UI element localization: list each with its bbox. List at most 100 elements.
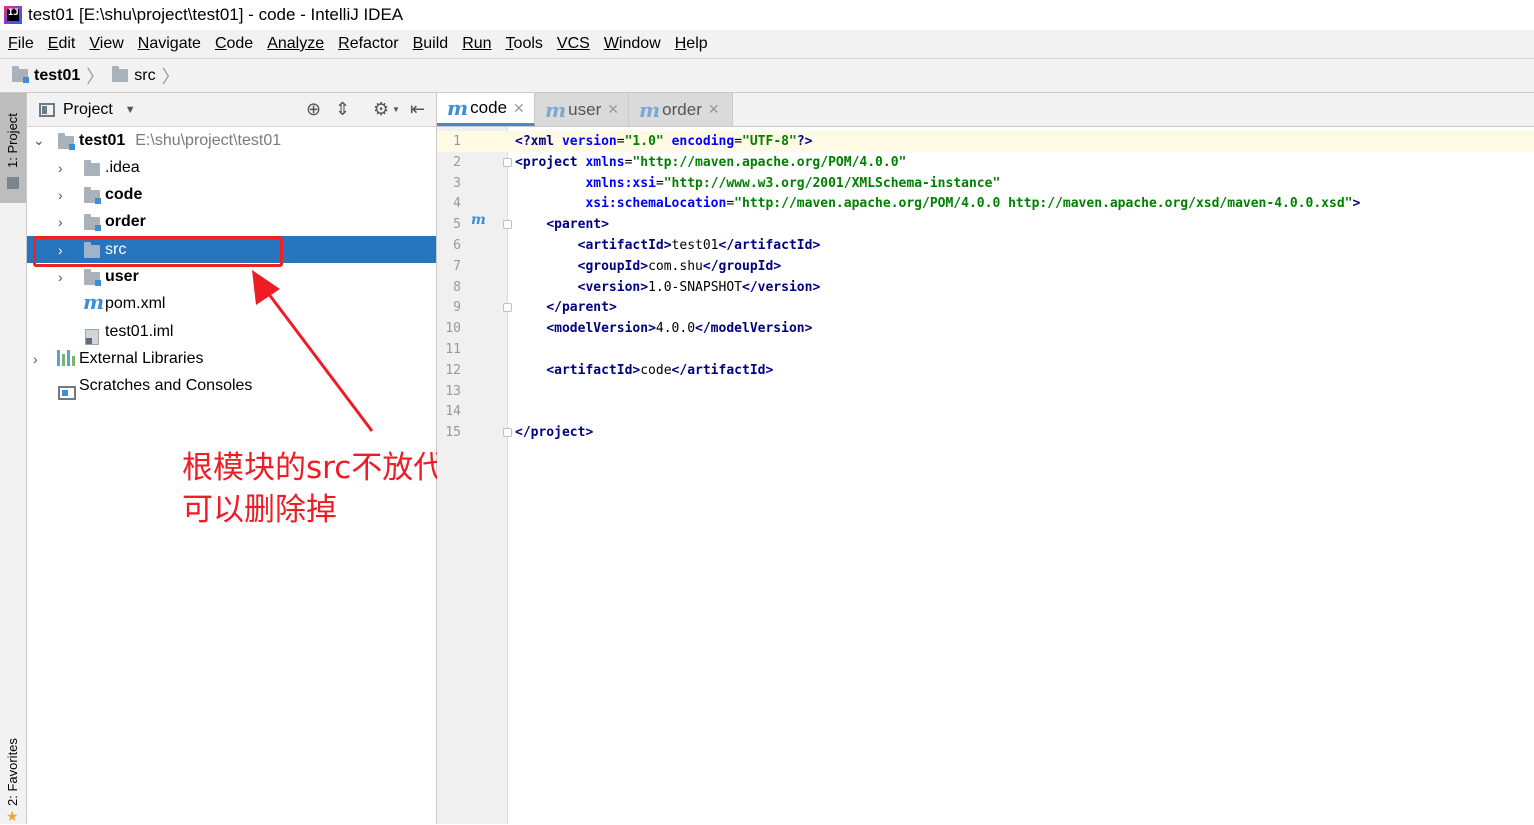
chevron-down-icon[interactable]: ⌄ <box>33 132 45 149</box>
module-folder-icon <box>84 187 101 204</box>
line-number: 9 <box>453 300 461 316</box>
code-line[interactable]: xsi:schemaLocation="http://maven.apache.… <box>515 193 1360 214</box>
line-number: 11 <box>445 342 461 357</box>
tree-item-order[interactable]: › order <box>27 208 436 235</box>
close-icon[interactable]: ✕ <box>513 100 525 117</box>
iml-file-icon <box>85 328 99 345</box>
chevron-right-icon[interactable]: › <box>58 160 68 176</box>
star-icon: ★ <box>6 808 19 824</box>
menu-navigate[interactable]: Navigate <box>131 30 208 58</box>
annotation-highlight-box <box>33 236 283 267</box>
chevron-right-icon[interactable]: › <box>58 214 68 230</box>
menu-code[interactable]: Code <box>208 30 260 58</box>
chevron-down-icon[interactable]: ▼ <box>392 105 400 114</box>
tree-item-idea[interactable]: › .idea <box>27 154 436 181</box>
project-view-icon <box>39 102 55 117</box>
close-icon[interactable]: ✕ <box>708 101 720 118</box>
code-line[interactable]: </parent> <box>515 297 616 318</box>
menu-file[interactable]: File <box>0 30 41 58</box>
breadcrumb-separator-icon: 〉 <box>86 66 105 87</box>
menu-bar: File Edit View Navigate Code Analyze Refactor B… <box>0 30 1534 58</box>
breadcrumb-item-src[interactable]: src 〉 <box>104 63 180 89</box>
fold-marker-icon[interactable] <box>503 220 512 229</box>
tree-item-code[interactable]: › code <box>27 181 436 208</box>
line-number: 4 <box>453 196 461 212</box>
chevron-right-icon[interactable]: › <box>58 187 68 203</box>
tab-order[interactable]: m order ✕ <box>629 93 733 126</box>
close-icon[interactable]: ✕ <box>607 101 619 118</box>
tab-code[interactable]: m code ✕ <box>437 93 535 126</box>
fold-marker-icon[interactable] <box>503 303 512 312</box>
menu-tools[interactable]: Tools <box>499 30 550 58</box>
code-line[interactable]: <project xmlns="http://maven.apache.org/… <box>515 152 906 173</box>
window-title: test01 [E:\shu\project\test01] - code - … <box>28 5 404 24</box>
menu-view[interactable]: View <box>82 30 130 58</box>
project-panel-header: Project ▼ ⊕ ⇕ ⚙ ▼ ⇤ <box>27 93 436 127</box>
locate-file-icon[interactable]: ⊕ <box>306 99 321 120</box>
code-line[interactable]: </project> <box>515 422 593 443</box>
tree-item-test01[interactable]: ⌄ test01 E:\shu\project\test01 <box>27 127 436 154</box>
line-number: 8 <box>453 279 461 295</box>
line-number: 5 <box>453 217 461 233</box>
code-line[interactable]: <artifactId>code</artifactId> <box>515 360 773 381</box>
annotation-arrow-icon <box>252 270 374 432</box>
line-number: 7 <box>453 258 461 274</box>
maven-parent-gutter-icon[interactable]: m <box>471 212 486 228</box>
code-line[interactable]: <?xml version="1.0" encoding="UTF-8"?> <box>515 131 812 152</box>
libraries-icon <box>57 350 75 366</box>
intellij-logo-icon: IJ <box>4 6 22 24</box>
code-line[interactable]: <modelVersion>4.0.0</modelVersion> <box>515 318 812 339</box>
chevron-right-icon[interactable]: › <box>58 269 68 285</box>
code-line[interactable]: <parent> <box>515 214 609 235</box>
folder-icon <box>112 66 129 82</box>
project-view-selector[interactable]: Project <box>63 101 113 119</box>
tool-window-favorites-tab[interactable]: 2: Favorites ★ <box>0 728 26 824</box>
line-number: 15 <box>445 425 461 441</box>
maven-file-icon: m <box>83 290 105 314</box>
breadcrumb: test01 〉 src 〉 <box>0 58 1534 93</box>
module-folder-icon <box>84 214 101 231</box>
line-number: 12 <box>445 362 461 378</box>
menu-run[interactable]: Run <box>455 30 498 58</box>
menu-edit[interactable]: Edit <box>41 30 83 58</box>
tool-window-project-tab[interactable]: 1: Project <box>0 93 26 203</box>
line-number: 2 <box>453 154 461 170</box>
menu-help[interactable]: Help <box>668 30 715 58</box>
project-structure-icon <box>7 177 19 189</box>
chevron-down-icon[interactable]: ▼ <box>125 104 136 116</box>
line-number: 1 <box>453 134 461 149</box>
title-bar: IJ test01 [E:\shu\project\test01] - code… <box>0 0 1534 30</box>
maven-file-icon: m <box>447 96 469 120</box>
tab-user[interactable]: m user ✕ <box>535 93 629 126</box>
module-folder-icon <box>12 66 29 83</box>
hide-panel-icon[interactable]: ⇤ <box>410 99 425 120</box>
code-line[interactable]: xmlns:xsi="http://www.w3.org/2001/XMLSch… <box>515 173 1000 194</box>
line-number: 6 <box>453 238 461 253</box>
line-number: 3 <box>453 175 461 191</box>
editor-tabs: m code ✕ m user ✕ m order ✕ <box>437 93 1534 127</box>
folder-icon <box>84 160 100 176</box>
gear-icon[interactable]: ⚙ <box>373 99 389 120</box>
fold-marker-icon[interactable] <box>503 428 512 437</box>
line-number: 10 <box>445 321 461 337</box>
menu-window[interactable]: Window <box>597 30 668 58</box>
fold-marker-icon[interactable] <box>503 158 512 167</box>
module-folder-icon <box>58 133 75 150</box>
menu-refactor[interactable]: Refactor <box>331 30 405 58</box>
maven-file-icon: m <box>639 97 661 122</box>
code-editor[interactable]: m 1 2 3 4 5 6 7 8 9 10 11 12 13 14 15 <?xml version="1… <box>437 127 1534 824</box>
line-number: 13 <box>445 383 461 399</box>
collapse-all-icon[interactable]: ⇕ <box>335 99 350 120</box>
code-line[interactable]: <groupId>com.shu</groupId> <box>515 256 782 277</box>
breadcrumb-separator-icon: 〉 <box>161 66 180 87</box>
menu-build[interactable]: Build <box>406 30 456 58</box>
code-line[interactable]: <artifactId>test01</artifactId> <box>515 235 821 256</box>
menu-vcs[interactable]: VCS <box>550 30 597 58</box>
chevron-right-icon[interactable]: › <box>33 351 43 367</box>
line-number: 14 <box>445 404 461 420</box>
maven-file-icon: m <box>545 97 567 122</box>
code-line[interactable]: <version>1.0-SNAPSHOT</version> <box>515 277 821 298</box>
menu-analyze[interactable]: Analyze <box>260 30 331 58</box>
module-folder-icon <box>84 269 101 286</box>
breadcrumb-item-root[interactable]: test01 〉 <box>0 63 104 89</box>
